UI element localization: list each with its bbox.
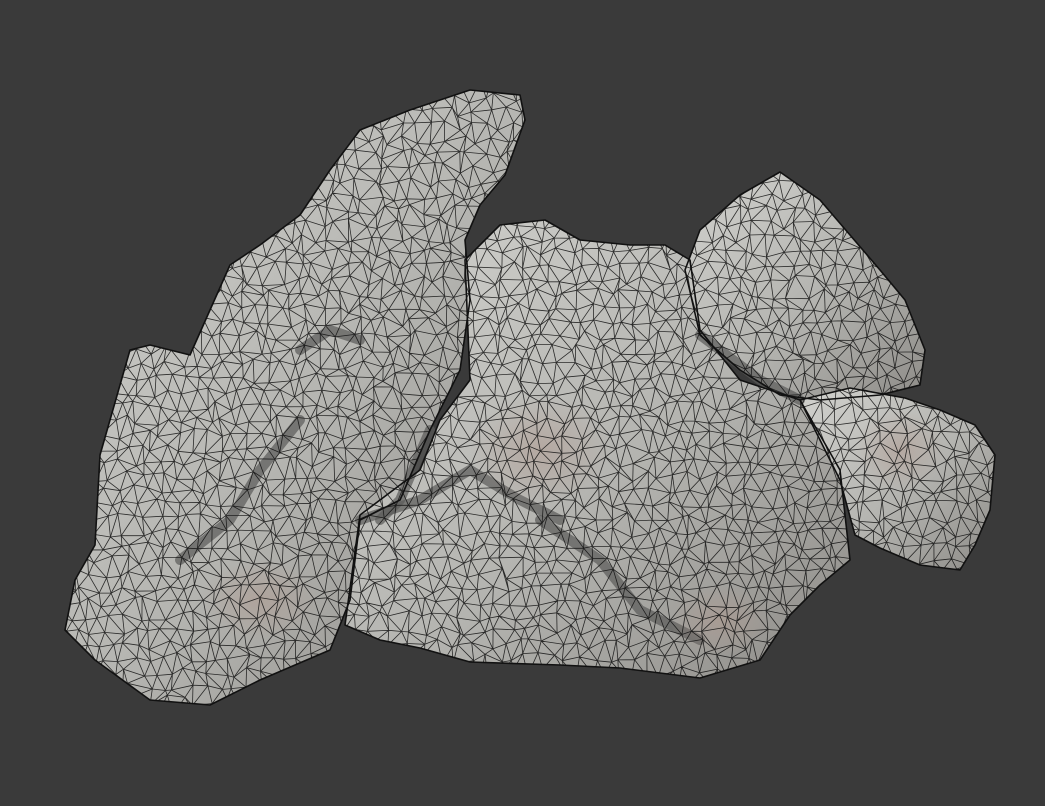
surface-tint bbox=[670, 585, 770, 655]
3d-viewport[interactable] bbox=[0, 0, 1045, 806]
rock-mesh-render bbox=[64, 89, 996, 706]
